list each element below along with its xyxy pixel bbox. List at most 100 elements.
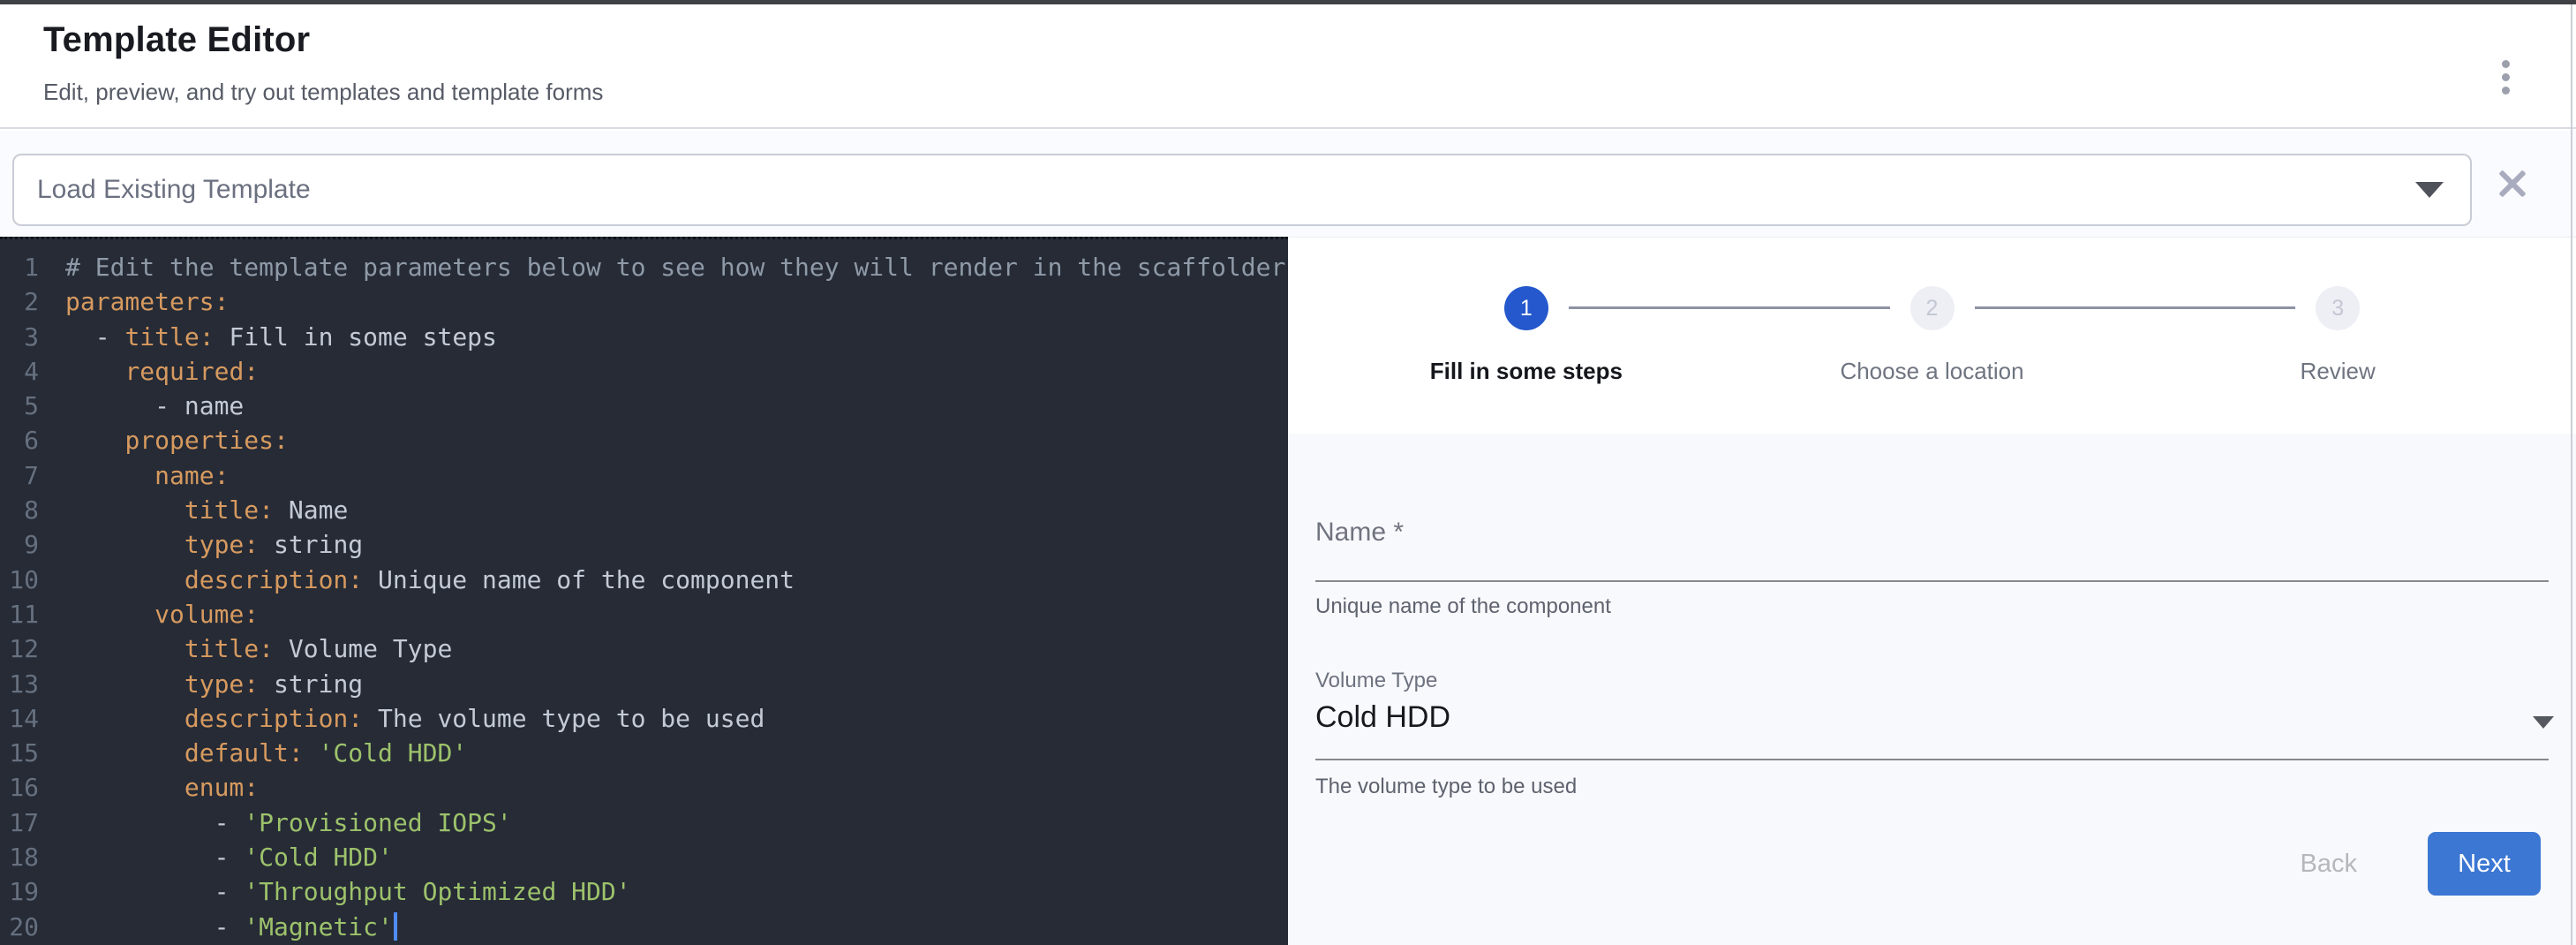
back-button[interactable]: Back <box>2301 832 2357 896</box>
scrollbar-edge-line <box>2571 4 2572 945</box>
stepper: 1 Fill in some steps 2 Choose a location 3 Re… <box>1288 238 2576 434</box>
code-line[interactable]: 10 description: Unique name of the compo… <box>0 563 1288 597</box>
page-header: Template Editor Edit, preview, and try o… <box>0 4 2576 129</box>
line-number: 12 <box>0 631 39 666</box>
code-line[interactable]: 15 default: 'Cold HDD' <box>0 736 1288 770</box>
step-label: Fill in some steps <box>1430 358 1623 385</box>
kebab-dot <box>2502 60 2510 68</box>
line-number: 15 <box>0 736 39 770</box>
code-line[interactable]: 17 - 'Provisioned IOPS' <box>0 805 1288 840</box>
name-field[interactable] <box>1315 518 2542 548</box>
line-number: 13 <box>0 667 39 701</box>
code-line[interactable]: 19 - 'Throughput Optimized HDD' <box>0 874 1288 909</box>
code-text: - 'Cold HDD' <box>65 840 393 874</box>
line-number: 7 <box>0 458 39 493</box>
step-label: Choose a location <box>1840 358 2023 385</box>
code-line[interactable]: 7 name: <box>0 458 1288 493</box>
load-existing-template-select[interactable] <box>12 154 2472 226</box>
line-number: 1 <box>0 250 39 284</box>
code-text: - name <box>65 389 244 423</box>
step-label: Review <box>2301 358 2376 385</box>
line-number: 17 <box>0 805 39 840</box>
close-icon[interactable] <box>2488 159 2537 208</box>
volume-field-underline <box>1315 759 2549 760</box>
load-existing-template-input[interactable] <box>14 175 2415 205</box>
page-subtitle: Edit, preview, and try out templates and… <box>43 79 603 106</box>
stepper-connector <box>1975 306 2296 309</box>
code-text: properties: <box>65 423 289 457</box>
line-number: 3 <box>0 320 39 354</box>
next-button[interactable]: Next <box>2428 832 2541 896</box>
code-text: - 'Provisioned IOPS' <box>65 805 512 840</box>
name-field-helper: Unique name of the component <box>1315 594 1611 619</box>
step-circle: 1 <box>1504 286 1548 330</box>
page-title: Template Editor <box>43 20 310 60</box>
code-line[interactable]: 3 - title: Fill in some steps <box>0 320 1288 354</box>
stepper-step-1[interactable]: 1 Fill in some steps <box>1323 238 1729 434</box>
line-number: 4 <box>0 354 39 389</box>
line-number: 19 <box>0 874 39 909</box>
more-options-kebab-icon[interactable] <box>2484 49 2527 105</box>
line-number: 9 <box>0 527 39 562</box>
code-text: volume: <box>65 597 259 631</box>
code-line[interactable]: 2 parameters: <box>0 284 1288 319</box>
code-line[interactable]: 9 type: string <box>0 527 1288 562</box>
dropdown-caret-icon[interactable] <box>2415 182 2444 198</box>
stepper-step-3[interactable]: 3 Review <box>2135 238 2541 434</box>
kebab-dot <box>2502 73 2510 81</box>
code-line[interactable]: 14 description: The volume type to be us… <box>0 701 1288 736</box>
code-text: required: <box>65 354 259 389</box>
code-line[interactable]: 12 title: Volume Type <box>0 631 1288 666</box>
template-loader-row <box>0 131 2576 237</box>
code-text: type: string <box>65 667 363 701</box>
code-text: description: Unique name of the componen… <box>65 563 795 597</box>
line-number: 8 <box>0 493 39 527</box>
line-number: 5 <box>0 389 39 423</box>
code-line[interactable]: 20 - 'Magnetic' <box>0 910 1288 944</box>
code-line[interactable]: 18 - 'Cold HDD' <box>0 840 1288 874</box>
line-number: 16 <box>0 770 39 805</box>
code-text: type: string <box>65 527 363 562</box>
text-cursor <box>394 912 397 941</box>
code-text: title: Name <box>65 493 348 527</box>
code-line[interactable]: 11 volume: <box>0 597 1288 631</box>
dropdown-caret-icon <box>2533 716 2554 729</box>
step-circle: 2 <box>1910 286 1955 330</box>
code-text: name: <box>65 458 229 493</box>
code-line[interactable]: 5 - name <box>0 389 1288 423</box>
code-text: title: Volume Type <box>65 631 452 666</box>
template-preview-panel: 1 Fill in some steps 2 Choose a location 3 Re… <box>1288 237 2576 945</box>
template-editor-page: Template Editor Edit, preview, and try o… <box>0 0 2576 945</box>
step-form-section: Unique name of the component Volume Type… <box>1288 434 2576 945</box>
code-text: parameters: <box>65 284 229 319</box>
kebab-dot <box>2502 87 2510 94</box>
line-number: 20 <box>0 910 39 944</box>
code-line[interactable]: 8 title: Name <box>0 493 1288 527</box>
volume-type-label: Volume Type <box>1315 669 1437 693</box>
code-line[interactable]: 6 properties: <box>0 423 1288 457</box>
code-text: enum: <box>65 770 259 805</box>
code-text: description: The volume type to be used <box>65 701 765 736</box>
code-text: - 'Throughput Optimized HDD' <box>65 874 631 909</box>
code-line[interactable]: 4 required: <box>0 354 1288 389</box>
volume-type-select[interactable]: Cold HDD <box>1315 699 2549 748</box>
code-editor-lines: 1 # Edit the template parameters below to… <box>0 250 1288 944</box>
stepper-step-2[interactable]: 2 Choose a location <box>1729 238 2135 434</box>
code-text: # Edit the template parameters below to … <box>65 250 1285 284</box>
yaml-code-editor[interactable]: 1 # Edit the template parameters below to… <box>0 237 1288 945</box>
line-number: 2 <box>0 284 39 319</box>
line-number: 6 <box>0 423 39 457</box>
code-text: - title: Fill in some steps <box>65 320 497 354</box>
stepper-connector <box>1569 306 1890 309</box>
line-number: 11 <box>0 597 39 631</box>
code-line[interactable]: 1 # Edit the template parameters below to… <box>0 250 1288 284</box>
line-number: 10 <box>0 563 39 597</box>
code-text: - 'Magnetic' <box>65 910 397 944</box>
volume-type-value: Cold HDD <box>1315 700 1450 735</box>
step-circle: 3 <box>2316 286 2360 330</box>
code-text: default: 'Cold HDD' <box>65 736 467 770</box>
name-field-underline <box>1315 580 2549 582</box>
line-number: 18 <box>0 840 39 874</box>
code-line[interactable]: 16 enum: <box>0 770 1288 805</box>
code-line[interactable]: 13 type: string <box>0 667 1288 701</box>
